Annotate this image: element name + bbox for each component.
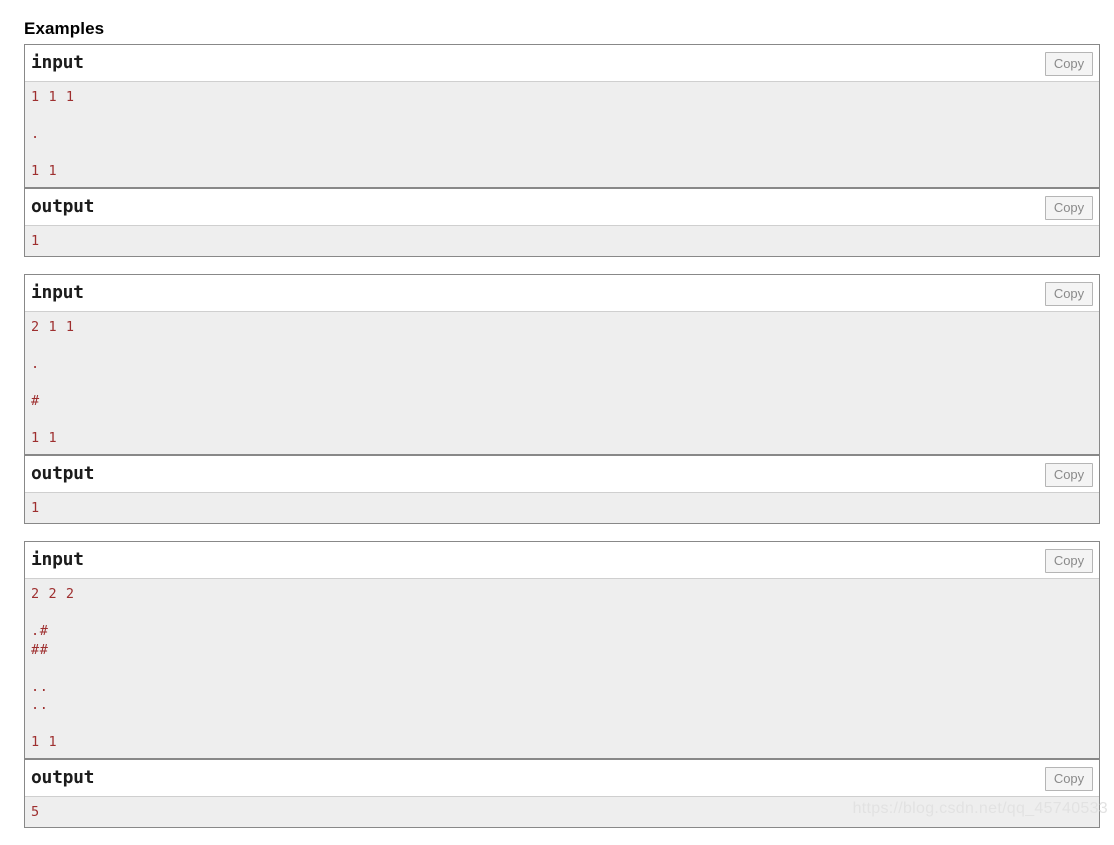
output-title-label: output: [31, 195, 95, 217]
output-header-3: output Copy: [25, 758, 1099, 797]
page-title: Examples: [24, 19, 105, 38]
output-text-1[interactable]: 1: [25, 232, 1099, 251]
output-content-1: 1: [25, 225, 1099, 257]
copy-input-button-2[interactable]: Copy: [1045, 282, 1093, 306]
output-content-3: 5: [25, 796, 1099, 828]
output-text-2[interactable]: 1: [25, 499, 1099, 518]
input-text-3[interactable]: 2 2 2 .# ## .. .. 1 1: [25, 585, 1099, 752]
copy-input-button-1[interactable]: Copy: [1045, 52, 1093, 76]
copy-output-button-1[interactable]: Copy: [1045, 195, 1093, 220]
input-content-1: 1 1 1 . 1 1: [25, 82, 1099, 188]
output-text-3[interactable]: 5: [25, 803, 1099, 822]
output-title-label: output: [31, 462, 95, 484]
output-header-2: output Copy: [25, 454, 1099, 493]
input-content-3: 2 2 2 .# ## .. .. 1 1: [25, 579, 1099, 759]
output-content-2: 1: [25, 492, 1099, 524]
examples-page: Examples input Copy 1 1 1 . 1 1 output C…: [0, 0, 1114, 828]
output-header-1: output Copy: [25, 187, 1099, 226]
sample-test-3: input Copy 2 2 2 .# ## .. .. 1 1 output …: [24, 541, 1100, 828]
input-header-3: input Copy: [25, 541, 1099, 579]
sample-tests-list: input Copy 1 1 1 . 1 1 output Copy 1 inp…: [24, 44, 1100, 845]
copy-output-button-2[interactable]: Copy: [1045, 462, 1093, 487]
output-title-label: output: [31, 766, 95, 788]
input-title-label: input: [31, 549, 84, 570]
input-title-label: input: [31, 282, 84, 303]
sample-test-1: input Copy 1 1 1 . 1 1 output Copy 1: [24, 44, 1100, 257]
input-header-2: input Copy: [25, 274, 1099, 312]
copy-output-button-3[interactable]: Copy: [1045, 766, 1093, 791]
input-content-2: 2 1 1 . # 1 1: [25, 312, 1099, 455]
sample-test-2: input Copy 2 1 1 . # 1 1 output Copy 1: [24, 274, 1100, 524]
input-text-1[interactable]: 1 1 1 . 1 1: [25, 88, 1099, 181]
input-text-2[interactable]: 2 1 1 . # 1 1: [25, 318, 1099, 448]
copy-input-button-3[interactable]: Copy: [1045, 549, 1093, 573]
input-title-label: input: [31, 52, 84, 73]
input-header-1: input Copy: [25, 44, 1099, 82]
